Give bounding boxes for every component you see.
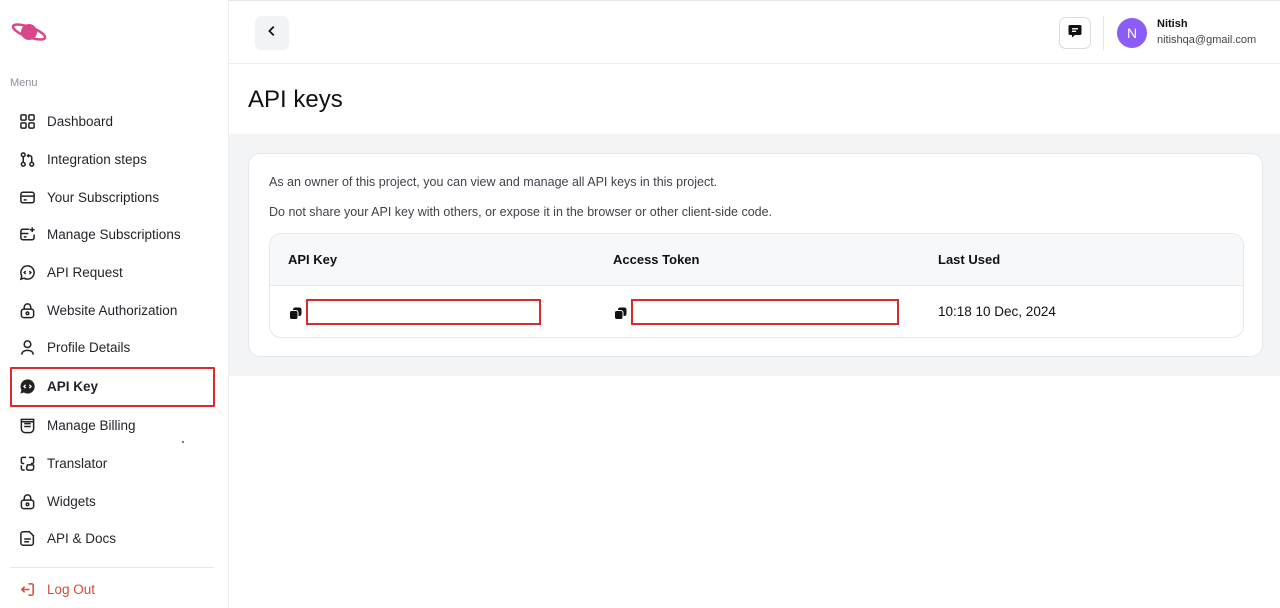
- sidebar-item-manage-billing[interactable]: Manage Billing: [10, 407, 215, 445]
- back-button[interactable]: [255, 16, 289, 50]
- sidebar-divider: [10, 567, 214, 568]
- decorative-dot: [182, 441, 184, 443]
- sidebar-item-your-subscriptions[interactable]: Your Subscriptions: [10, 178, 215, 216]
- user-email: nitishqa@gmail.com: [1157, 34, 1257, 46]
- card-plus-icon: [19, 226, 36, 243]
- chat-icon: [1067, 23, 1083, 44]
- planet-logo-icon[interactable]: [10, 18, 48, 46]
- sidebar-item-profile-details[interactable]: Profile Details: [10, 329, 215, 367]
- copy-access-token-icon[interactable]: [614, 307, 627, 320]
- user-name: Nitish: [1157, 18, 1188, 30]
- sidebar-item-label: Translator: [47, 455, 108, 471]
- sidebar-item-dashboard[interactable]: Dashboard: [10, 103, 215, 141]
- card-icon: [19, 189, 36, 206]
- grid-icon: [19, 113, 36, 130]
- receipt-icon: [19, 417, 36, 434]
- chat-code-icon: [19, 264, 36, 281]
- chevron-left-icon: [265, 24, 279, 43]
- api-keys-card: As an owner of this project, you can vie…: [248, 153, 1263, 357]
- sidebar-item-label: API Request: [47, 265, 123, 281]
- security-note: Do not share your API key with others, o…: [269, 205, 773, 219]
- sidebar-nav: Dashboard Integration steps Your Subscri…: [10, 103, 215, 558]
- chat-button[interactable]: [1059, 17, 1091, 49]
- logout-label: Log Out: [47, 582, 96, 597]
- sidebar-item-integration-steps[interactable]: Integration steps: [10, 141, 215, 179]
- sidebar-item-label: Dashboard: [47, 114, 114, 130]
- sidebar-item-api-docs[interactable]: API & Docs: [10, 520, 215, 558]
- sidebar-item-website-authorization[interactable]: Website Authorization: [10, 291, 215, 329]
- avatar[interactable]: N: [1117, 18, 1147, 48]
- chat-code-filled-icon: [19, 378, 36, 395]
- api-keys-table: API Key Access Token Last Used 10:18 10 …: [269, 233, 1244, 338]
- menu-label: Menu: [10, 77, 38, 89]
- sidebar-item-label: Widgets: [47, 493, 96, 509]
- table-header: API Key Access Token Last Used: [270, 234, 1243, 286]
- header-separator: [1103, 16, 1104, 50]
- owner-note: As an owner of this project, you can vie…: [269, 175, 718, 189]
- git-pull-icon: [19, 151, 36, 168]
- api-key-value-redacted: [306, 299, 541, 325]
- sidebar-item-label: Website Authorization: [47, 302, 178, 318]
- copy-api-key-icon[interactable]: [289, 307, 302, 320]
- sidebar-item-api-request[interactable]: API Request: [10, 254, 215, 292]
- lock-icon: [19, 302, 36, 319]
- sidebar-item-label: Manage Billing: [47, 418, 136, 434]
- sidebar-item-widgets[interactable]: Widgets: [10, 482, 215, 520]
- sidebar-item-label: Profile Details: [47, 340, 131, 356]
- logout-button[interactable]: Log Out: [19, 581, 95, 598]
- user-icon: [19, 339, 36, 356]
- lock-icon: [19, 493, 36, 510]
- column-header-api-key: API Key: [288, 252, 338, 267]
- top-header: N Nitish nitishqa@gmail.com: [229, 0, 1280, 64]
- logout-icon: [19, 581, 36, 598]
- column-header-access-token: Access Token: [613, 252, 700, 267]
- sidebar-item-label: API Key: [47, 379, 99, 395]
- translate-icon: [19, 455, 36, 472]
- column-header-last-used: Last Used: [938, 252, 1001, 267]
- sidebar-item-label: Integration steps: [47, 152, 147, 168]
- page-title: API keys: [248, 86, 343, 113]
- sidebar-item-translator[interactable]: Translator: [10, 445, 215, 483]
- table-row: 10:18 10 Dec, 2024: [270, 286, 1243, 337]
- sidebar-item-label: Manage Subscriptions: [47, 227, 181, 243]
- sidebar: Menu Dashboard Integration steps Your Su…: [0, 0, 229, 608]
- access-token-value-redacted: [631, 299, 899, 325]
- sidebar-item-label: Your Subscriptions: [47, 189, 160, 205]
- sidebar-item-manage-subscriptions[interactable]: Manage Subscriptions: [10, 216, 215, 254]
- doc-icon: [19, 530, 36, 547]
- sidebar-item-label: API & Docs: [47, 531, 117, 547]
- last-used-value: 10:18 10 Dec, 2024: [938, 304, 1056, 319]
- sidebar-item-api-key[interactable]: API Key: [10, 366, 215, 407]
